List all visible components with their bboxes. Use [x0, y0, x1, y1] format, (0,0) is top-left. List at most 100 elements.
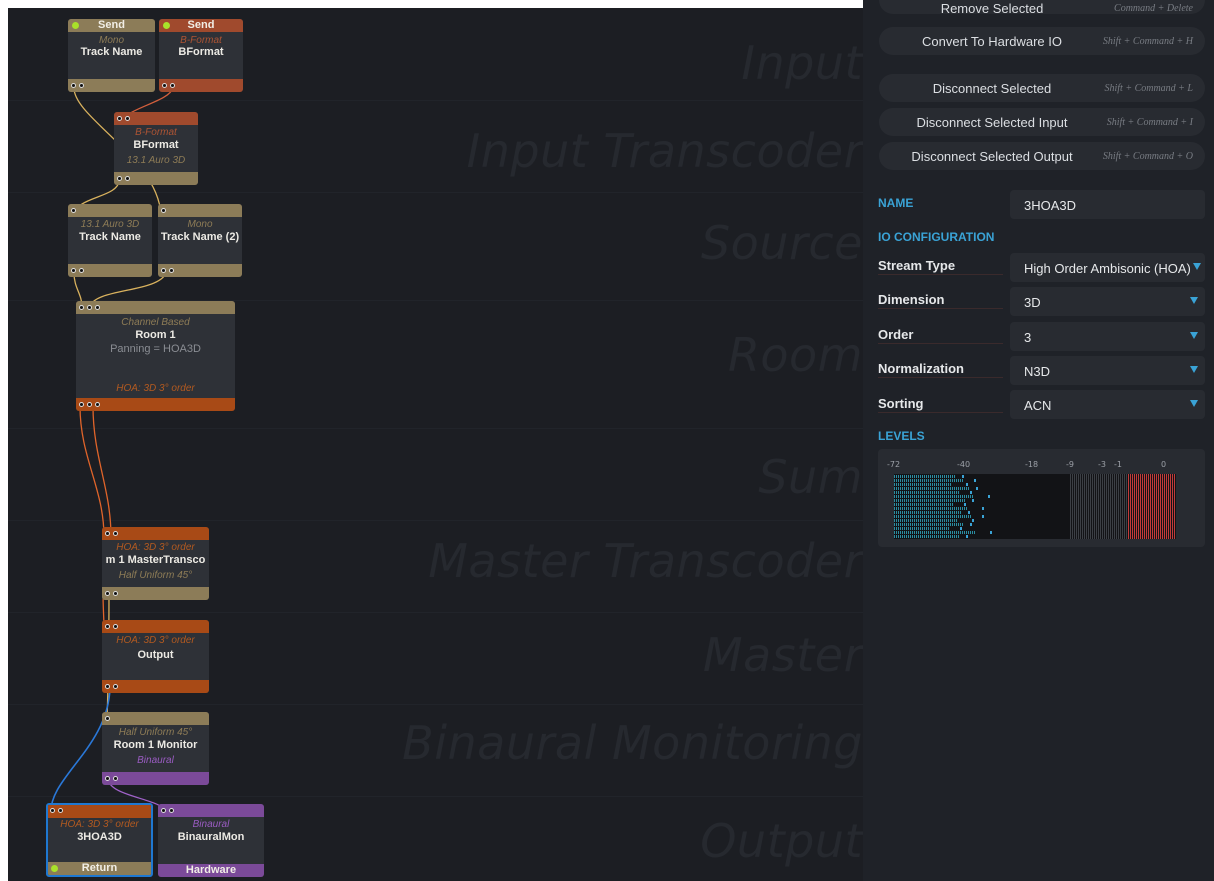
meter-peak-hold	[982, 515, 984, 518]
output-port[interactable]	[113, 591, 118, 596]
output-port[interactable]	[87, 402, 92, 407]
command-label: Convert To Hardware IO	[922, 34, 1062, 49]
order-select[interactable]: 3	[1010, 322, 1205, 351]
node-track-auro[interactable]: 13.1 Auro 3D Track Name	[68, 204, 152, 277]
output-port[interactable]	[169, 268, 174, 273]
disconnect-selected-button[interactable]: Disconnect Selected Shift + Command + L	[879, 74, 1205, 102]
node-header: Send	[68, 19, 155, 32]
node-room-1[interactable]: Channel Based Room 1 Panning = HOA3D HOA…	[76, 301, 235, 411]
input-port[interactable]	[95, 305, 100, 310]
node-3hoa3d-return[interactable]: HOA: 3D 3° order 3HOA3D Return	[46, 803, 153, 877]
node-format: HOA: 3D 3° order	[60, 819, 139, 830]
input-port[interactable]	[105, 531, 110, 536]
input-port[interactable]	[161, 208, 166, 213]
input-port[interactable]	[113, 531, 118, 536]
input-port[interactable]	[125, 116, 130, 121]
node-format: B-Format	[135, 127, 177, 138]
output-port[interactable]	[113, 684, 118, 689]
node-format: B-Format	[180, 35, 222, 46]
meter-clip-zone	[1127, 474, 1176, 539]
input-port[interactable]	[87, 305, 92, 310]
sorting-select[interactable]: ACN	[1010, 390, 1205, 419]
output-port[interactable]	[162, 83, 167, 88]
node-bformat-transcoder[interactable]: B-Format BFormat 13.1 Auro 3D	[114, 112, 198, 185]
meter-channel-bar	[894, 527, 950, 530]
output-port[interactable]	[113, 776, 118, 781]
input-port[interactable]	[161, 808, 166, 813]
routing-canvas[interactable]: Input Input Transcoder Source Room Sum M…	[8, 8, 863, 881]
command-label: Disconnect Selected Output	[911, 149, 1073, 164]
node-name: Track Name	[79, 231, 141, 243]
node-format: Mono	[98, 35, 124, 46]
meter-peak-hold	[970, 491, 972, 494]
node-room-1-monitor[interactable]: Half Uniform 45° Room 1 Monitor Binaural	[102, 712, 209, 785]
name-field[interactable]: 3HOA3D	[1010, 190, 1205, 219]
output-port[interactable]	[79, 83, 84, 88]
node-track-mono2[interactable]: Mono Track Name (2)	[158, 204, 242, 277]
input-port[interactable]	[50, 808, 55, 813]
output-port[interactable]	[95, 402, 100, 407]
meter-peak-hold	[970, 523, 972, 526]
node-header-label: Send	[187, 19, 215, 31]
active-led	[163, 22, 170, 29]
node-binauralmon-hardware[interactable]: Binaural BinauralMon Hardware	[158, 804, 264, 877]
stream-type-select[interactable]: High Order Ambisonic (HOA)	[1010, 253, 1205, 282]
node-output[interactable]: HOA: 3D 3° order Output	[102, 620, 209, 693]
meter-channel-bar	[894, 503, 954, 506]
input-port[interactable]	[71, 208, 76, 213]
stage-label: Output	[700, 814, 863, 868]
output-port[interactable]	[105, 684, 110, 689]
input-port[interactable]	[105, 716, 110, 721]
stage-label: Master	[702, 628, 863, 682]
select-value: N3D	[1024, 364, 1051, 379]
dropdown-arrow-icon	[1190, 332, 1198, 339]
input-port[interactable]	[58, 808, 63, 813]
node-panning-info: Panning = HOA3D	[110, 343, 201, 355]
node-send-bformat[interactable]: Send B-Format BFormat	[159, 19, 243, 92]
dropdown-arrow-icon	[1193, 263, 1201, 270]
meter-peak-hold	[960, 527, 962, 530]
meter-peak-hold	[976, 487, 978, 490]
input-port[interactable]	[117, 116, 122, 121]
output-port[interactable]	[71, 268, 76, 273]
dimension-select[interactable]: 3D	[1010, 287, 1205, 316]
select-value: ACN	[1024, 398, 1052, 413]
meter-channel-bar	[894, 515, 972, 518]
input-port[interactable]	[169, 808, 174, 813]
input-port[interactable]	[113, 624, 118, 629]
meter-peak-hold	[990, 531, 992, 534]
disconnect-selected-output-button[interactable]: Disconnect Selected Output Shift + Comma…	[879, 142, 1205, 170]
remove-selected-button[interactable]: Remove Selected Command + Delete	[879, 0, 1205, 16]
node-footer	[102, 680, 209, 693]
io-configuration-label: IO CONFIGURATION	[878, 230, 995, 244]
field-underline	[878, 274, 1003, 275]
node-master-transcoder[interactable]: HOA: 3D 3° order m 1 MasterTransco Half …	[102, 527, 209, 600]
active-led	[51, 865, 58, 872]
output-port[interactable]	[79, 402, 84, 407]
output-port[interactable]	[161, 268, 166, 273]
command-shortcut: Shift + Command + O	[1102, 151, 1193, 162]
stage-label: Source	[700, 216, 863, 270]
normalization-select[interactable]: N3D	[1010, 356, 1205, 385]
node-output-format: Binaural	[137, 755, 174, 766]
meter-peak-hold	[962, 475, 964, 478]
output-port[interactable]	[170, 83, 175, 88]
disconnect-selected-input-button[interactable]: Disconnect Selected Input Shift + Comman…	[879, 108, 1205, 136]
node-output-format: Half Uniform 45°	[118, 570, 193, 581]
output-port[interactable]	[71, 83, 76, 88]
meter-range-marker	[1070, 474, 1127, 539]
order-label: Order	[878, 327, 914, 342]
meter-channel-bar	[894, 523, 964, 526]
node-name: BinauralMon	[177, 831, 245, 843]
node-send-mono[interactable]: Send Mono Track Name	[68, 19, 155, 92]
node-header	[68, 204, 152, 217]
output-port[interactable]	[105, 776, 110, 781]
output-port[interactable]	[79, 268, 84, 273]
input-port[interactable]	[79, 305, 84, 310]
output-port[interactable]	[105, 591, 110, 596]
node-format: Binaural	[192, 819, 230, 830]
output-port[interactable]	[117, 176, 122, 181]
output-port[interactable]	[125, 176, 130, 181]
convert-to-hardware-io-button[interactable]: Convert To Hardware IO Shift + Command +…	[879, 27, 1205, 55]
input-port[interactable]	[105, 624, 110, 629]
